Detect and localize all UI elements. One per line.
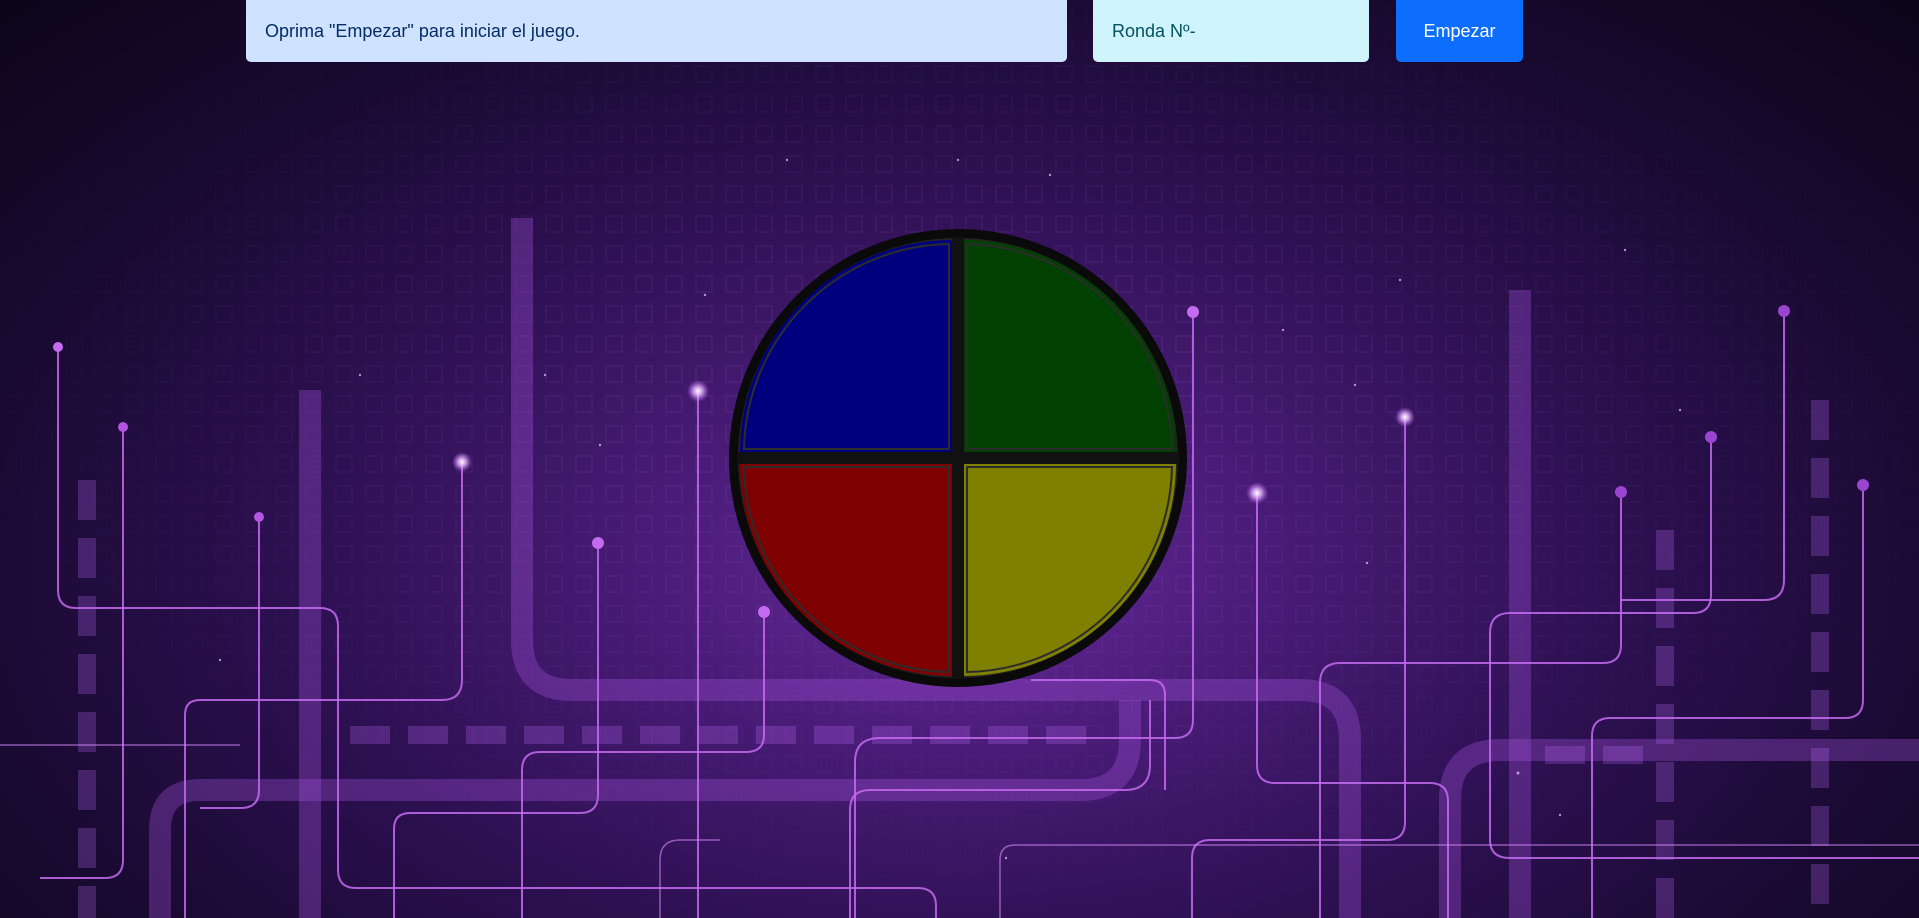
simon-board: [729, 229, 1187, 687]
round-counter-text: Ronda Nº-: [1112, 21, 1196, 41]
start-button[interactable]: Empezar: [1396, 0, 1523, 62]
top-bar: Oprima "Empezar" para iniciar el juego. …: [0, 0, 1919, 63]
game-message: Oprima "Empezar" para iniciar el juego.: [246, 0, 1067, 62]
round-counter: Ronda Nº-: [1093, 0, 1369, 62]
game-message-text: Oprima "Empezar" para iniciar el juego.: [265, 21, 580, 41]
horizontal-divider: [737, 452, 1179, 464]
